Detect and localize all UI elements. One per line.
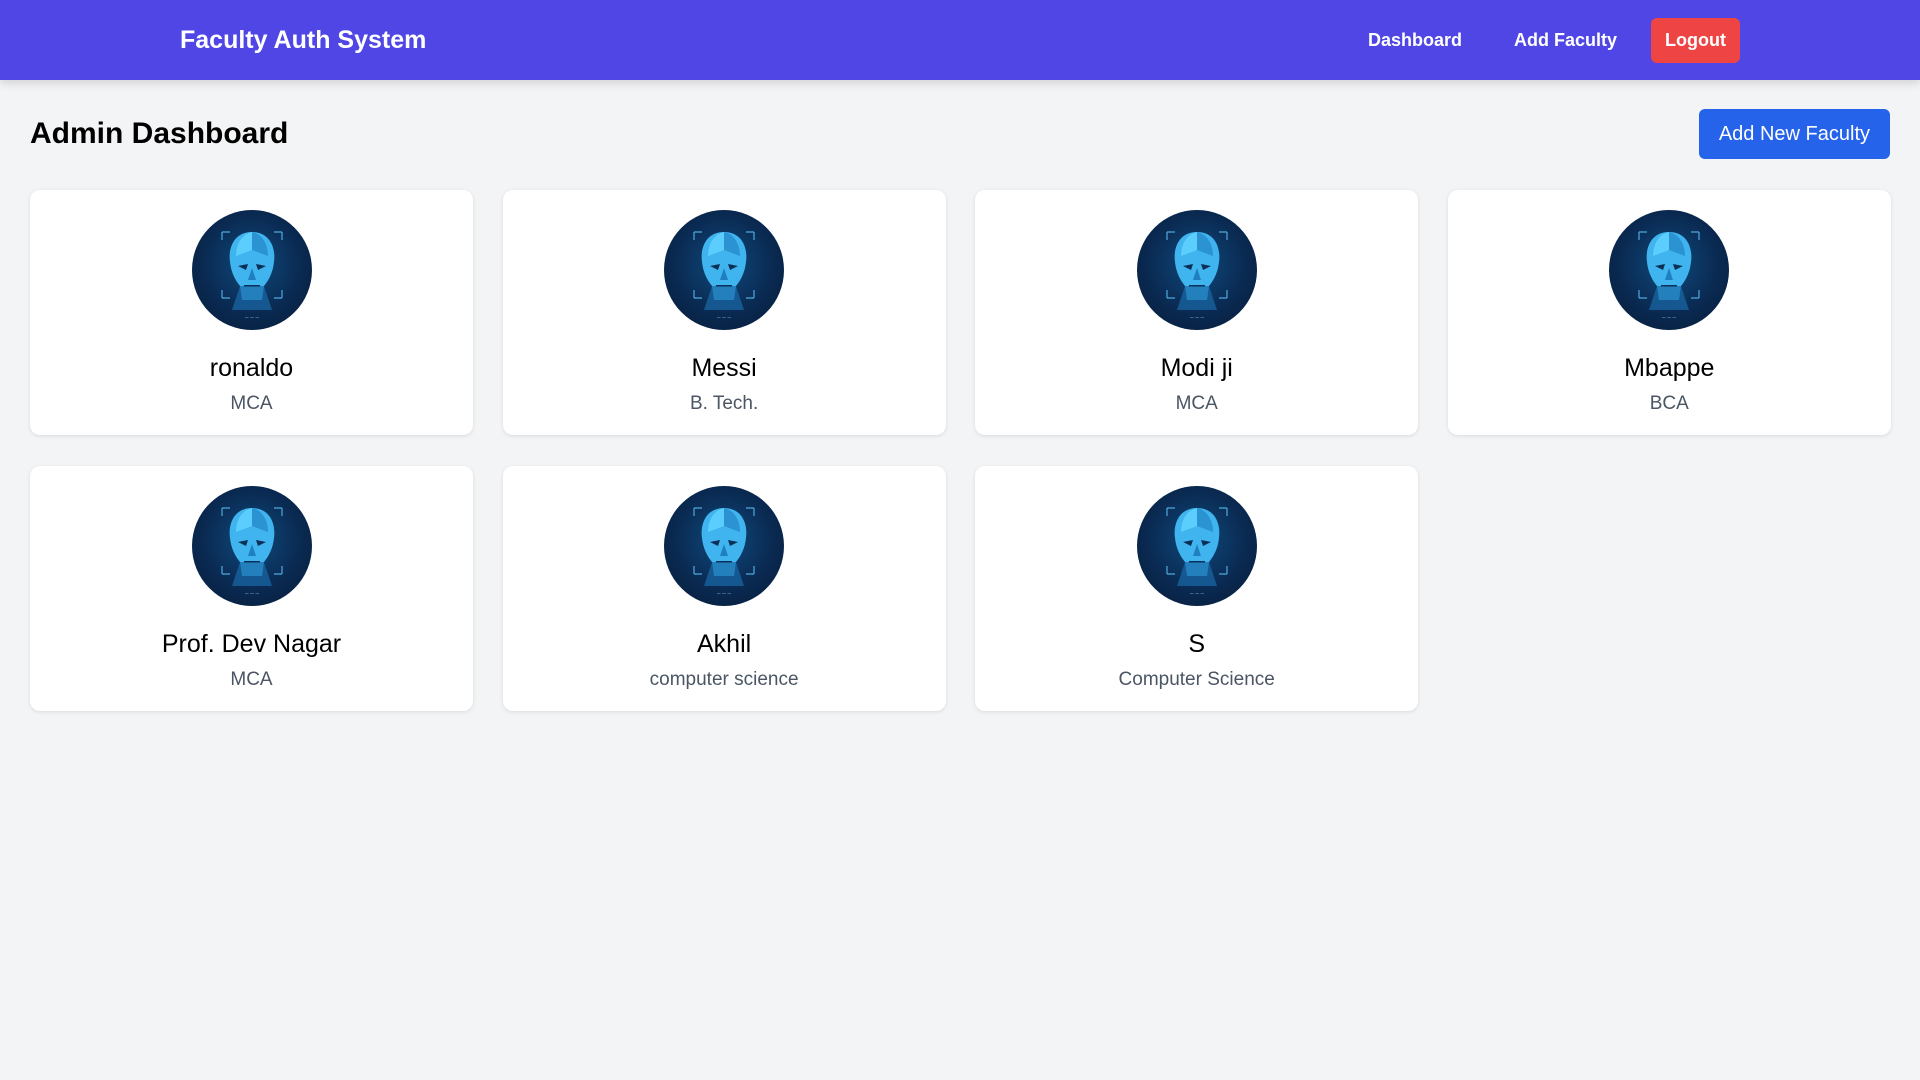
nav-links: Dashboard Add Faculty Logout: [1348, 0, 1740, 80]
faculty-department: MCA: [230, 669, 273, 690]
svg-text:— — —: — — —: [717, 591, 732, 596]
face-scan-avatar-icon: — — —: [1136, 486, 1257, 606]
nav-link-dashboard[interactable]: Dashboard: [1348, 20, 1482, 61]
faculty-department: BCA: [1649, 393, 1689, 414]
logout-button[interactable]: Logout: [1651, 17, 1740, 63]
nav-link-add-faculty[interactable]: Add Faculty: [1494, 20, 1637, 61]
faculty-card[interactable]: — — — Mbappe BCA: [1447, 190, 1891, 435]
faculty-department: MCA: [1175, 393, 1218, 414]
face-scan-avatar-icon: — — —: [664, 486, 785, 606]
faculty-name: Messi: [691, 354, 757, 382]
face-scan-avatar-icon: — — —: [191, 210, 312, 330]
face-scan-avatar-icon: — — —: [191, 486, 312, 606]
svg-text:— — —: — — —: [717, 315, 732, 320]
faculty-department: Computer Science: [1118, 669, 1275, 690]
svg-text:— — —: — — —: [1662, 315, 1677, 320]
add-new-faculty-button[interactable]: Add New Faculty: [1698, 109, 1890, 159]
faculty-card[interactable]: — — — Prof. Dev Nagar MCA: [30, 466, 473, 711]
navbar: Faculty Auth System Dashboard Add Facult…: [0, 0, 1920, 80]
face-scan-avatar-icon: — — —: [664, 210, 785, 330]
faculty-card[interactable]: — — — ronaldo MCA: [30, 190, 473, 435]
faculty-card[interactable]: — — — Modi ji MCA: [975, 190, 1419, 435]
svg-text:— — —: — — —: [244, 315, 259, 320]
face-scan-avatar-icon: — — —: [1609, 210, 1730, 330]
faculty-department: computer science: [649, 669, 799, 690]
page-title: Admin Dashboard: [30, 117, 289, 150]
brand-title[interactable]: Faculty Auth System: [180, 0, 426, 80]
faculty-name: Prof. Dev Nagar: [161, 630, 342, 658]
faculty-name: S: [1188, 630, 1206, 658]
faculty-name: Akhil: [697, 630, 752, 658]
faculty-department: B. Tech.: [689, 393, 759, 414]
svg-text:— — —: — — —: [244, 591, 259, 596]
faculty-department: MCA: [230, 393, 273, 414]
faculty-card[interactable]: — — — Messi B. Tech.: [502, 190, 946, 435]
faculty-card[interactable]: — — — Akhil computer science: [502, 466, 946, 711]
face-scan-avatar-icon: — — —: [1136, 210, 1257, 330]
faculty-card[interactable]: — — — S Computer Science: [975, 466, 1419, 711]
faculty-grid: — — — ronaldo MCA — — — Messi B. Tech. —…: [30, 190, 1891, 711]
faculty-name: Mbappe: [1624, 354, 1715, 382]
svg-text:— — —: — — —: [1189, 591, 1204, 596]
dashboard-header: Admin Dashboard Add New Faculty: [30, 108, 1890, 160]
svg-text:— — —: — — —: [1189, 315, 1204, 320]
faculty-name: ronaldo: [209, 354, 294, 382]
faculty-name: Modi ji: [1160, 354, 1233, 382]
